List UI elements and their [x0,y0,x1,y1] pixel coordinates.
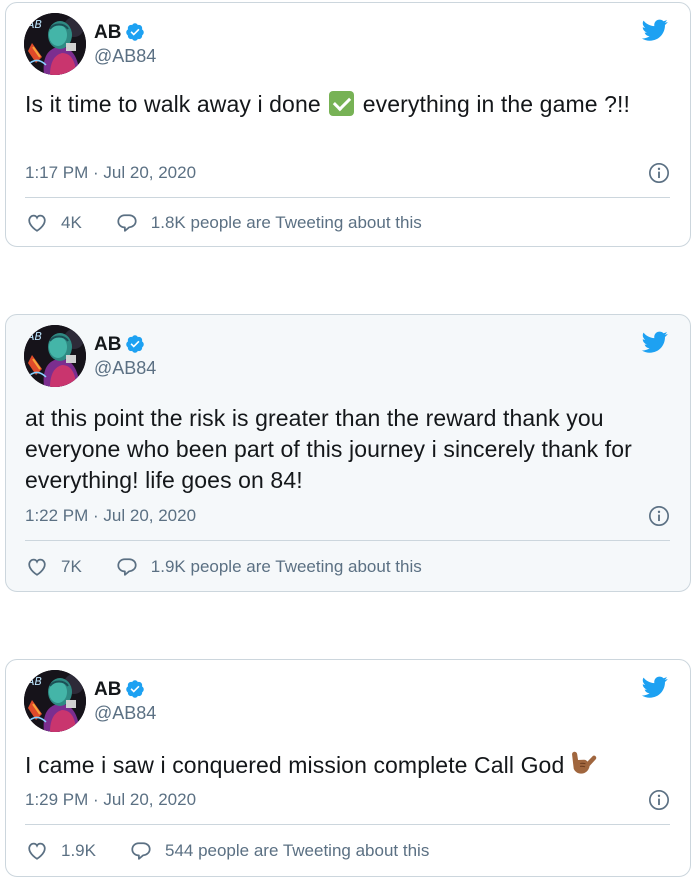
divider [25,824,670,825]
tweet-timestamp[interactable]: 1:29 PM · Jul 20, 2020 [25,790,196,810]
tweet-card[interactable]: AB @AB84 Is it time to walk away i done … [5,2,691,247]
like-button[interactable]: 1.9K [25,840,96,862]
tweet-author[interactable]: AB @AB84 [24,670,156,732]
avatar[interactable] [24,670,86,732]
divider [25,540,670,541]
like-button[interactable]: 4K [25,212,82,234]
info-icon[interactable] [648,505,670,527]
avatar[interactable] [24,13,86,75]
author-name[interactable]: AB [94,333,121,356]
tweet-text: I came i saw i conquered mission complet… [25,748,670,781]
tweet-text-part: everything in the game ?!! [356,91,630,117]
info-icon[interactable] [648,789,670,811]
heart-icon [25,556,49,578]
tweet-text: Is it time to walk away i done everythin… [25,89,670,120]
reply-bubble-icon [115,556,139,578]
reply-bubble-icon [115,212,139,234]
twitter-bird-icon[interactable] [640,674,670,700]
tweet-card[interactable]: AB @AB84 I came i saw i conquered missio… [5,659,691,877]
author-handle[interactable]: @AB84 [94,44,156,68]
tweeting-link[interactable]: 1.8K people are Tweeting about this [115,212,422,234]
twitter-bird-icon[interactable] [640,329,670,355]
tweeting-count: 544 people are Tweeting about this [164,841,430,860]
like-count: 1.9K [61,841,96,860]
tweeting-link[interactable]: 544 people are Tweeting about this [129,840,429,862]
tweet-text-part: I came i saw i conquered mission complet… [25,752,565,778]
verified-badge-icon [125,334,145,354]
heart-icon [25,840,49,862]
tweet-author[interactable]: AB @AB84 [24,13,156,75]
tweet-text-part: Is it time to walk away i done [25,91,328,117]
reply-bubble-icon [129,840,153,862]
twitter-bird-icon[interactable] [640,17,670,43]
like-button[interactable]: 7K [25,556,82,578]
verified-badge-icon [125,22,145,42]
tweet-author[interactable]: AB @AB84 [24,325,156,387]
tweeting-count: 1.9K people are Tweeting about this [150,557,422,576]
tweet-text: at this point the risk is greater than t… [25,405,632,493]
tweeting-count: 1.8K people are Tweeting about this [150,213,422,232]
tweet-card[interactable]: AB @AB84 at this point the risk is great… [5,314,691,592]
tweeting-link[interactable]: 1.9K people are Tweeting about this [115,556,422,578]
heart-icon [25,212,49,234]
verified-badge-icon [125,679,145,699]
check-mark-emoji [329,91,355,116]
author-handle[interactable]: @AB84 [94,356,156,380]
author-name[interactable]: AB [94,21,121,44]
info-icon[interactable] [648,162,670,184]
tweet-timestamp[interactable]: 1:17 PM · Jul 20, 2020 [25,163,196,183]
divider [25,197,670,198]
like-count: 4K [61,213,82,232]
call-me-hand-emoji [568,748,598,778]
avatar[interactable] [24,325,86,387]
author-handle[interactable]: @AB84 [94,701,156,725]
like-count: 7K [61,557,82,576]
author-name[interactable]: AB [94,678,121,701]
tweet-timestamp[interactable]: 1:22 PM · Jul 20, 2020 [25,506,196,526]
